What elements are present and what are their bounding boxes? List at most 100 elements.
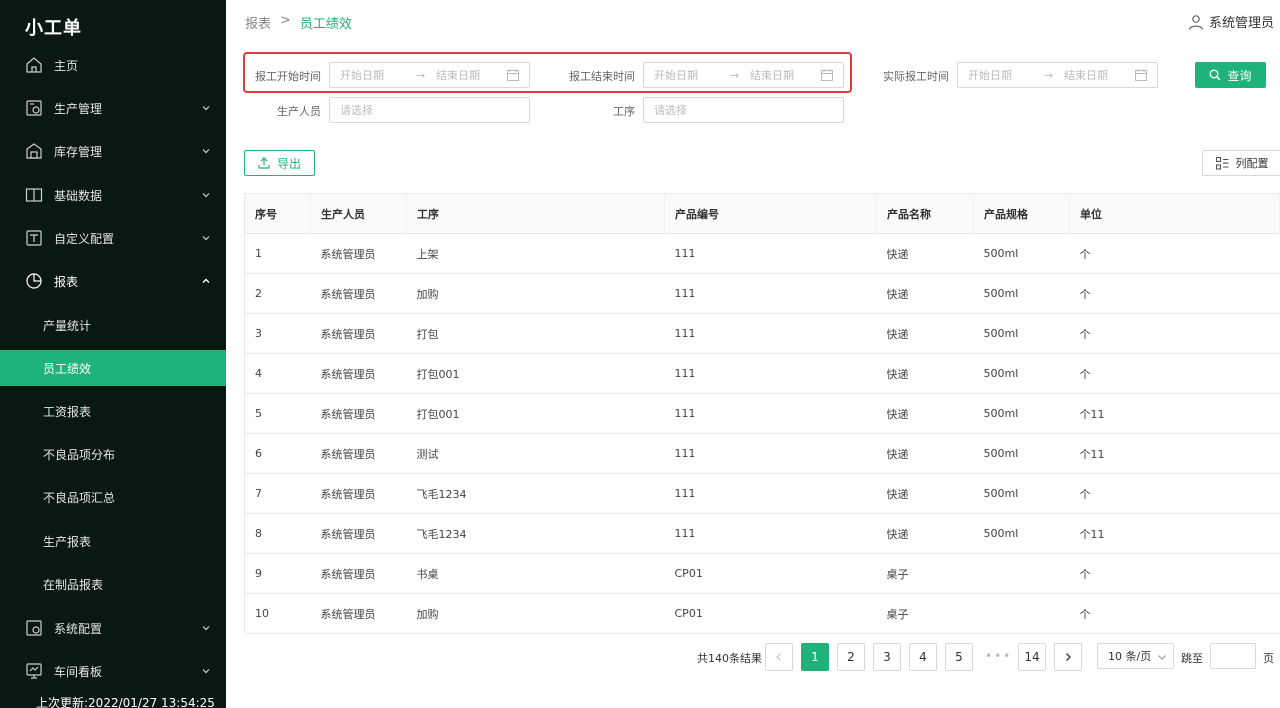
pagination-prev-button[interactable] [765,643,793,671]
sidebar-item-production[interactable]: 生产管理 [0,89,226,127]
cell-product-spec [973,593,1070,634]
cell-unit: 个 [1069,273,1280,314]
chevron-down-icon [202,626,210,631]
sidebar-item-label: 库存管理 [54,144,103,159]
home-icon [25,56,43,74]
cell-unit: 个11 [1069,513,1280,554]
sidebar: 小工单 主页 生产管理 库存管理 基础数据 自定义配置 报表 产量统计 员工绩效… [0,0,226,708]
cell-product-name: 桌子 [876,553,974,594]
actual-time-range-picker[interactable]: 开始日期 → 结束日期 [957,62,1158,88]
cell-worker: 系统管理员 [310,353,407,394]
pagination-page-1[interactable]: 1 [801,643,829,671]
cell-product-spec [973,553,1070,594]
breadcrumb: 报表 > 员工绩效 [245,13,352,32]
cell-index: 10 [244,593,311,634]
cell-product-spec: 500ml [973,433,1070,474]
sidebar-item-label: 自定义配置 [54,231,115,246]
sidebar-item-reports[interactable]: 报表 [0,262,226,300]
cell-product-name: 桌子 [876,593,974,634]
cell-worker: 系统管理员 [310,473,407,514]
pagination-ellipsis[interactable]: ••• [985,649,1012,663]
range-arrow: → [1044,68,1054,82]
performance-table: 序号 生产人员 工序 产品编号 产品名称 产品规格 单位 1 系统管理员 上架 111… [244,193,1280,634]
cell-worker: 系统管理员 [310,313,407,354]
sidebar-item-label: 基础数据 [54,188,103,203]
cell-product-code: CP01 [664,553,877,594]
query-button[interactable]: 查询 [1195,62,1266,88]
sidebar-item-inventory[interactable]: 库存管理 [0,132,226,170]
cell-index: 8 [244,513,311,554]
cell-product-name: 快递 [876,233,974,274]
pagination-page-4[interactable]: 4 [909,643,937,671]
sidebar-item-label: 车间看板 [54,664,103,679]
chevron-right-icon [1066,653,1071,661]
cell-index: 7 [244,473,311,514]
pagination-page-2[interactable]: 2 [837,643,865,671]
cell-unit: 个 [1069,553,1280,594]
cell-product-spec: 500ml [973,313,1070,354]
production-icon [25,99,43,117]
cell-product-name: 快递 [876,393,974,434]
sidebar-sub-item-defect-distribution[interactable]: 不良品项分布 [0,436,226,472]
column-header-product-name: 产品名称 [876,193,974,234]
table-row: 6 系统管理员 测试 111 快递 500ml 个11 [244,433,1280,474]
table-row: 2 系统管理员 加购 111 快递 500ml 个 [244,273,1280,314]
process-label: 工序 [613,105,635,118]
cell-product-code: 111 [664,353,877,394]
user-menu[interactable]: 系统管理员 [1188,12,1274,31]
sidebar-item-base-data[interactable]: 基础数据 [0,176,226,214]
table-row: 3 系统管理员 打包 111 快递 500ml 个 [244,313,1280,354]
export-button[interactable]: 导出 [244,150,315,176]
pagination-next-button[interactable] [1054,643,1082,671]
sidebar-item-system-config[interactable]: 系统配置 [0,609,226,647]
cell-worker: 系统管理员 [310,553,407,594]
sidebar-item-workshop-board[interactable]: 车间看板 [0,652,226,690]
sidebar-item-home[interactable]: 主页 [0,46,226,84]
pagination-total: 共140条结果 [697,652,762,665]
range-start-placeholder: 开始日期 [968,69,1012,82]
column-config-label: 列配置 [1235,157,1269,170]
sidebar-sub-item-wage-report[interactable]: 工资报表 [0,393,226,429]
cell-product-name: 快递 [876,433,974,474]
breadcrumb-item-current: 员工绩效 [299,17,352,32]
cell-product-code: 111 [664,313,877,354]
cell-product-code: 111 [664,433,877,474]
book-icon [25,186,43,204]
sidebar-item-custom-config[interactable]: 自定义配置 [0,219,226,257]
chevron-down-icon [202,149,210,154]
sidebar-sub-item-employee-performance[interactable]: 员工绩效 [0,350,226,386]
sidebar-sub-item-production-report[interactable]: 生产报表 [0,523,226,559]
cell-worker: 系统管理员 [310,393,407,434]
cell-product-code: 111 [664,473,877,514]
process-select[interactable]: 请选择 [643,97,844,123]
pagination-page-5[interactable]: 5 [945,643,973,671]
sidebar-sub-item-defect-summary[interactable]: 不良品项汇总 [0,479,226,515]
chevron-down-icon [1158,655,1166,660]
column-config-button[interactable]: 列配置 [1202,150,1280,176]
warehouse-icon [25,142,43,160]
pagination-page-3[interactable]: 3 [873,643,901,671]
table-row: 1 系统管理员 上架 111 快递 500ml 个 [244,233,1280,274]
cell-product-code: 111 [664,273,877,314]
cell-process: 上架 [406,233,665,274]
column-settings-icon [1215,156,1228,170]
chevron-up-icon [202,278,210,283]
worker-select[interactable]: 请选择 [329,97,530,123]
cell-worker: 系统管理员 [310,433,407,474]
sidebar-sub-item-output-stats[interactable]: 产量统计 [0,307,226,343]
sidebar-sub-item-wip-report[interactable]: 在制品报表 [0,566,226,602]
page-jump-input[interactable] [1210,643,1256,669]
cell-process: 打包 [406,313,665,354]
sidebar-item-label: 报表 [54,274,79,289]
pagination-page-last[interactable]: 14 [1018,643,1046,671]
cell-index: 1 [244,233,311,274]
chevron-down-icon [202,669,210,674]
custom-config-icon [25,229,43,247]
breadcrumb-item-reports[interactable]: 报表 [245,13,271,32]
sidebar-item-label: 生产管理 [54,101,103,116]
page-size-select[interactable]: 10 条/页 [1097,643,1174,669]
cell-product-spec: 500ml [973,273,1070,314]
cell-product-code: 111 [664,513,877,554]
cell-index: 4 [244,353,311,394]
user-name: 系统管理员 [1208,16,1274,31]
